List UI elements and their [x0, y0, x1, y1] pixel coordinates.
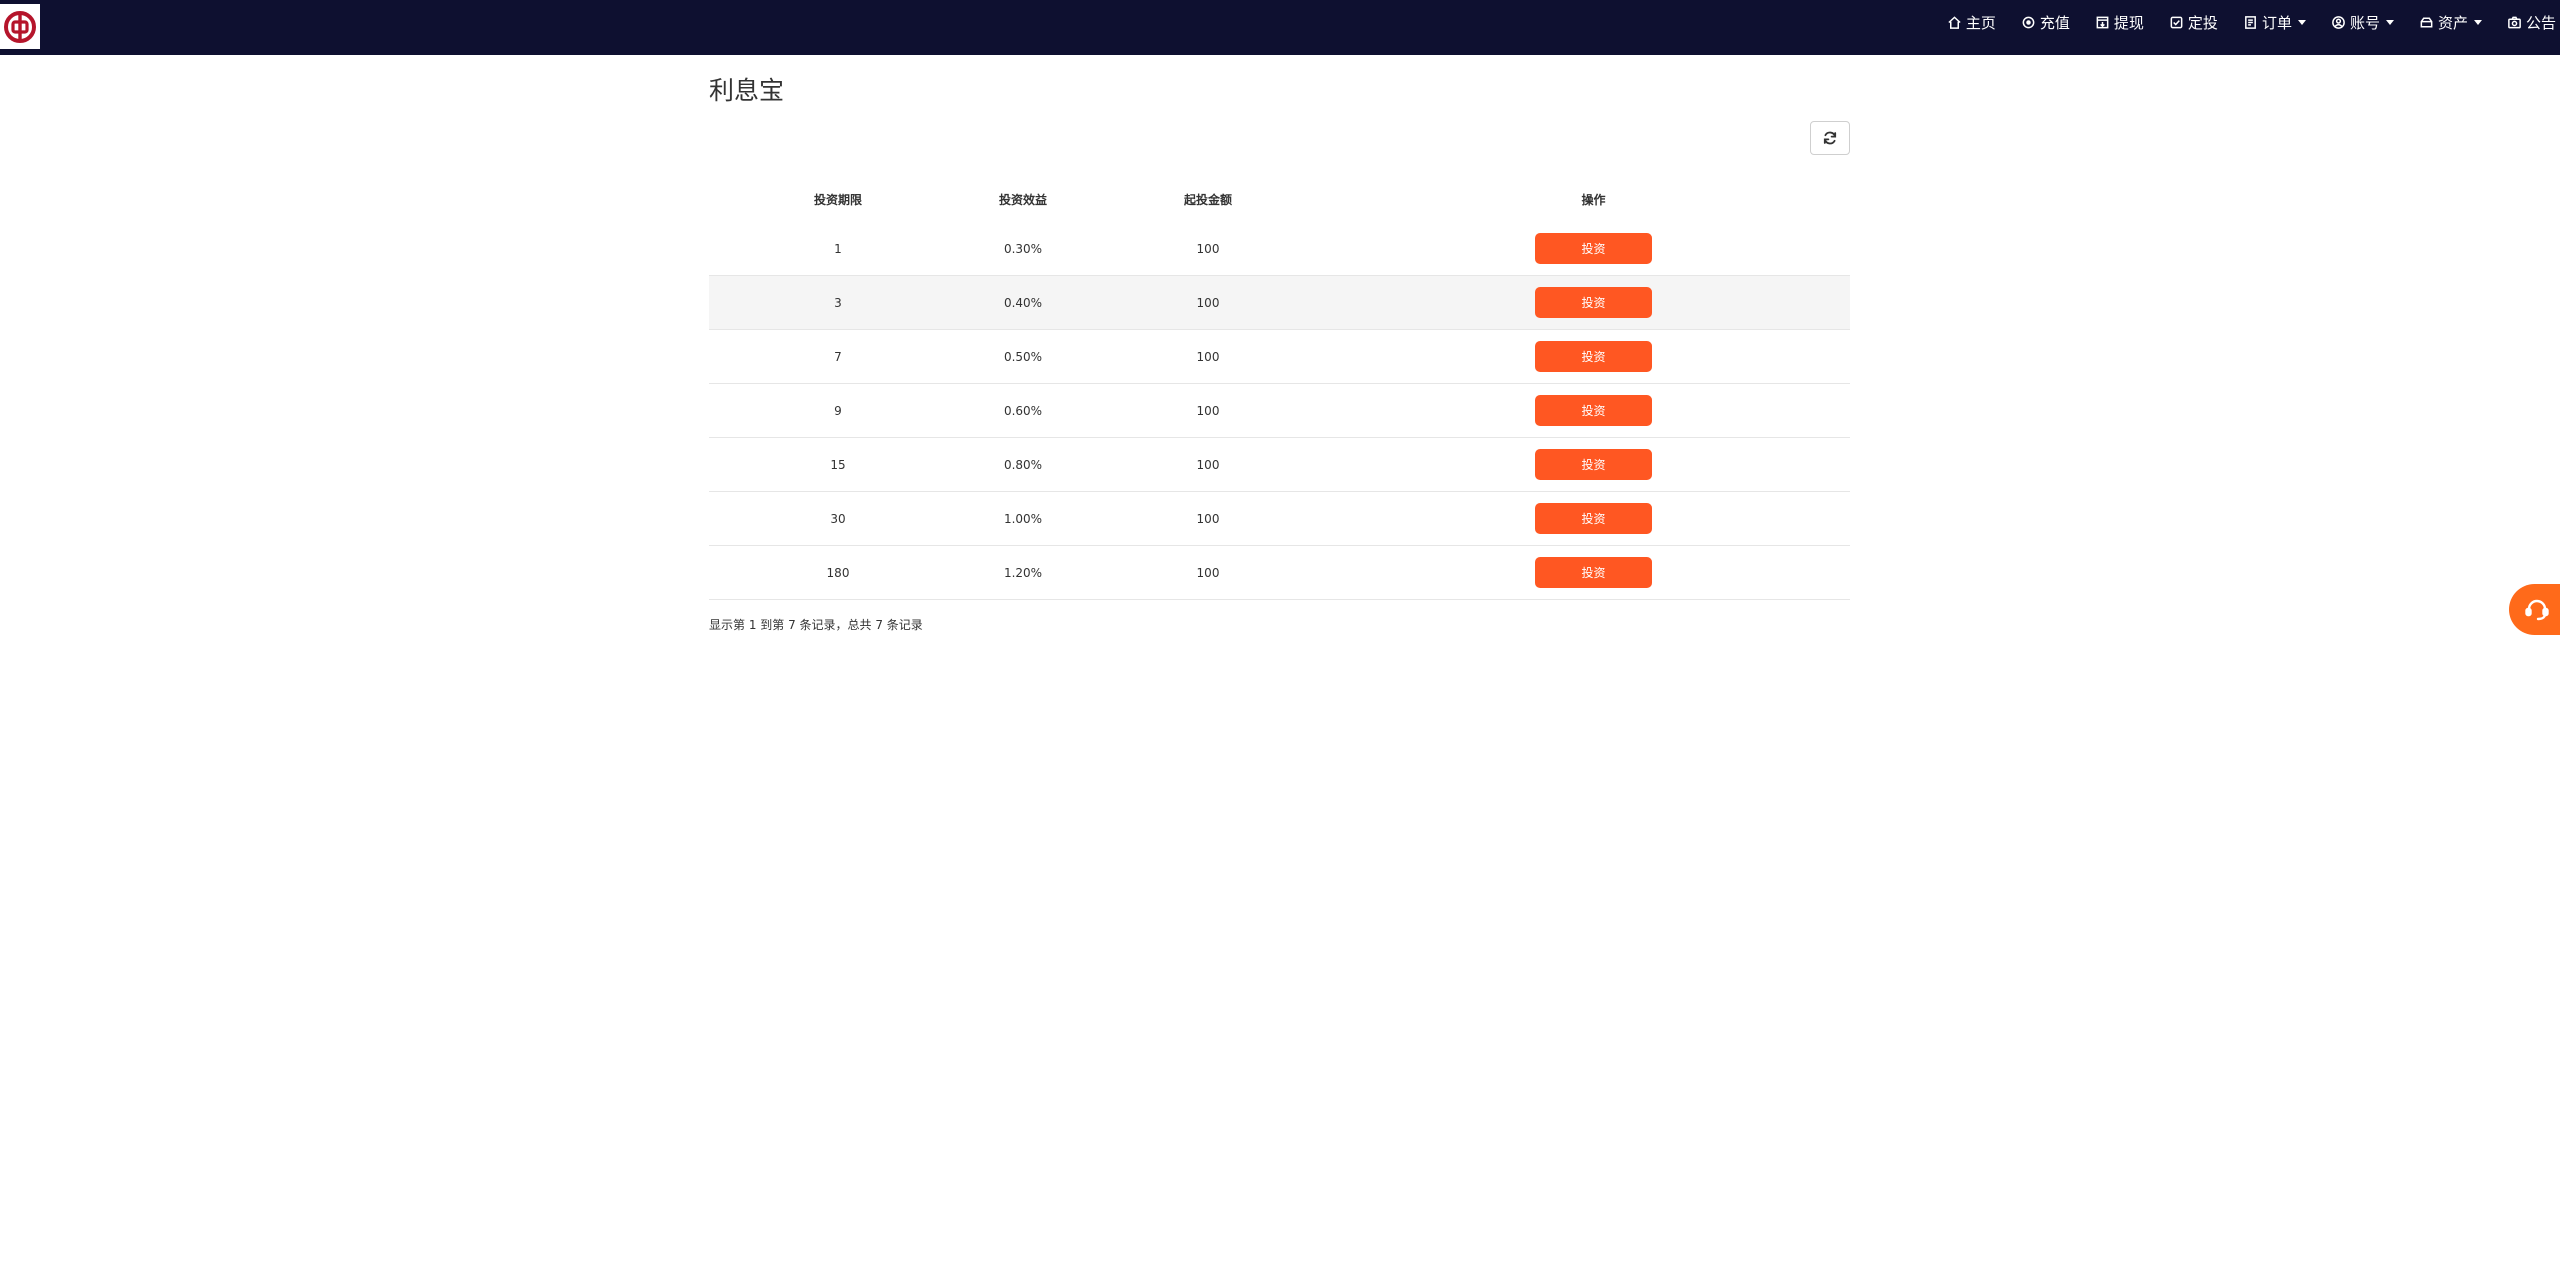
main-nav: 主页 充值 提现 定投 订单 账号 资产 公告 — [1922, 0, 2560, 44]
cell-action: 投资 — [1337, 449, 1850, 480]
invest-button[interactable]: 投资 — [1535, 449, 1652, 480]
chevron-down-icon — [2297, 19, 2306, 25]
cell-rate: 0.40% — [1003, 295, 1043, 310]
table-header-row: 投资期限 投资效益 起投金额 操作 — [709, 176, 1850, 222]
chevron-down-icon — [2473, 19, 2482, 25]
cell-action: 投资 — [1337, 503, 1850, 534]
cell-term: 9 — [834, 403, 842, 418]
nav-orders-label: 订单 — [2261, 13, 2292, 32]
table-row: 30 1.00% 100 投资 — [709, 492, 1850, 546]
table-row: 3 0.40% 100 投资 — [709, 276, 1850, 330]
nav-withdraw[interactable]: 提现 — [2095, 12, 2144, 33]
column-header-min-amount: 起投金额 — [1183, 192, 1232, 207]
invest-button[interactable]: 投资 — [1535, 395, 1652, 426]
nav-fixed-invest[interactable]: 定投 — [2169, 12, 2218, 33]
nav-account-dropdown[interactable]: 账号 — [2331, 12, 2394, 33]
column-header-action: 操作 — [1581, 192, 1606, 207]
invest-button[interactable]: 投资 — [1535, 503, 1652, 534]
nav-assets-dropdown[interactable]: 资产 — [2419, 12, 2482, 33]
checkbox-icon — [2170, 16, 2183, 28]
table-row: 180 1.20% 100 投资 — [709, 546, 1850, 600]
nav-fixed-invest-label: 定投 — [2187, 13, 2218, 32]
pagination-info: 显示第 1 到第 7 条记录，总共 7 条记录 — [709, 618, 923, 632]
column-header-term: 投资期限 — [813, 192, 862, 207]
cell-rate: 0.50% — [1003, 349, 1043, 364]
cell-rate: 1.20% — [1003, 565, 1043, 580]
nav-withdraw-label: 提现 — [2113, 13, 2144, 32]
cell-min-amount: 100 — [1196, 295, 1220, 310]
cell-term: 30 — [830, 511, 846, 526]
nav-orders-dropdown[interactable]: 订单 — [2243, 12, 2306, 33]
user-icon — [2332, 15, 2345, 29]
cell-term: 180 — [826, 565, 850, 580]
customer-service-button[interactable] — [2509, 584, 2560, 635]
cell-term: 15 — [830, 457, 846, 472]
camera-icon — [2508, 16, 2521, 28]
top-navbar: 主页 充值 提现 定投 订单 账号 资产 公告 — [0, 0, 2560, 55]
table-row: 15 0.80% 100 投资 — [709, 438, 1850, 492]
bank-logo[interactable] — [0, 4, 40, 49]
cell-action: 投资 — [1337, 233, 1850, 264]
home-icon — [1948, 15, 1961, 29]
cell-min-amount: 100 — [1196, 565, 1220, 580]
cell-min-amount: 100 — [1196, 349, 1220, 364]
cell-action: 投资 — [1337, 395, 1850, 426]
table-row: 1 0.30% 100 投资 — [709, 222, 1850, 276]
chevron-down-icon — [2385, 19, 2394, 25]
nav-recharge[interactable]: 充值 — [2021, 12, 2070, 33]
table-row: 9 0.60% 100 投资 — [709, 384, 1850, 438]
table-row: 7 0.50% 100 投资 — [709, 330, 1850, 384]
invest-button[interactable]: 投资 — [1535, 287, 1652, 318]
cell-rate: 0.60% — [1003, 403, 1043, 418]
invest-button[interactable]: 投资 — [1535, 341, 1652, 372]
cell-rate: 0.30% — [1003, 241, 1043, 256]
nav-announcement-label: 公告 — [2525, 13, 2556, 32]
refresh-icon — [1823, 131, 1837, 145]
document-icon — [2245, 15, 2256, 29]
cell-min-amount: 100 — [1196, 457, 1220, 472]
nav-home[interactable]: 主页 — [1947, 12, 1996, 33]
invest-button[interactable]: 投资 — [1535, 557, 1652, 588]
bank-of-china-logo-icon — [4, 10, 36, 43]
wallet-icon — [2420, 17, 2433, 27]
nav-recharge-label: 充值 — [2039, 13, 2070, 32]
customer-service-icon — [2525, 599, 2549, 620]
column-header-rate: 投资效益 — [998, 192, 1047, 207]
cell-term: 7 — [834, 349, 842, 364]
nav-home-label: 主页 — [1965, 13, 1996, 32]
refresh-button[interactable] — [1810, 121, 1850, 155]
nav-announcement[interactable]: 公告 — [2507, 12, 2556, 33]
cell-rate: 0.80% — [1003, 457, 1043, 472]
cell-rate: 1.00% — [1003, 511, 1043, 526]
cell-term: 1 — [834, 241, 842, 256]
investment-table: 投资期限 投资效益 起投金额 操作 1 0.30% 100 投资 3 0.40%… — [709, 176, 1850, 600]
cell-action: 投资 — [1337, 557, 1850, 588]
nav-assets-label: 资产 — [2437, 13, 2468, 32]
cell-min-amount: 100 — [1196, 403, 1220, 418]
cell-action: 投资 — [1337, 341, 1850, 372]
cell-term: 3 — [834, 295, 842, 310]
invest-button[interactable]: 投资 — [1535, 233, 1652, 264]
cell-min-amount: 100 — [1196, 511, 1220, 526]
recharge-icon — [2022, 16, 2035, 28]
page-title: 利息宝 — [709, 76, 785, 105]
nav-account-label: 账号 — [2349, 13, 2380, 32]
cell-min-amount: 100 — [1196, 241, 1220, 256]
withdraw-icon — [2096, 16, 2109, 28]
cell-action: 投资 — [1337, 287, 1850, 318]
